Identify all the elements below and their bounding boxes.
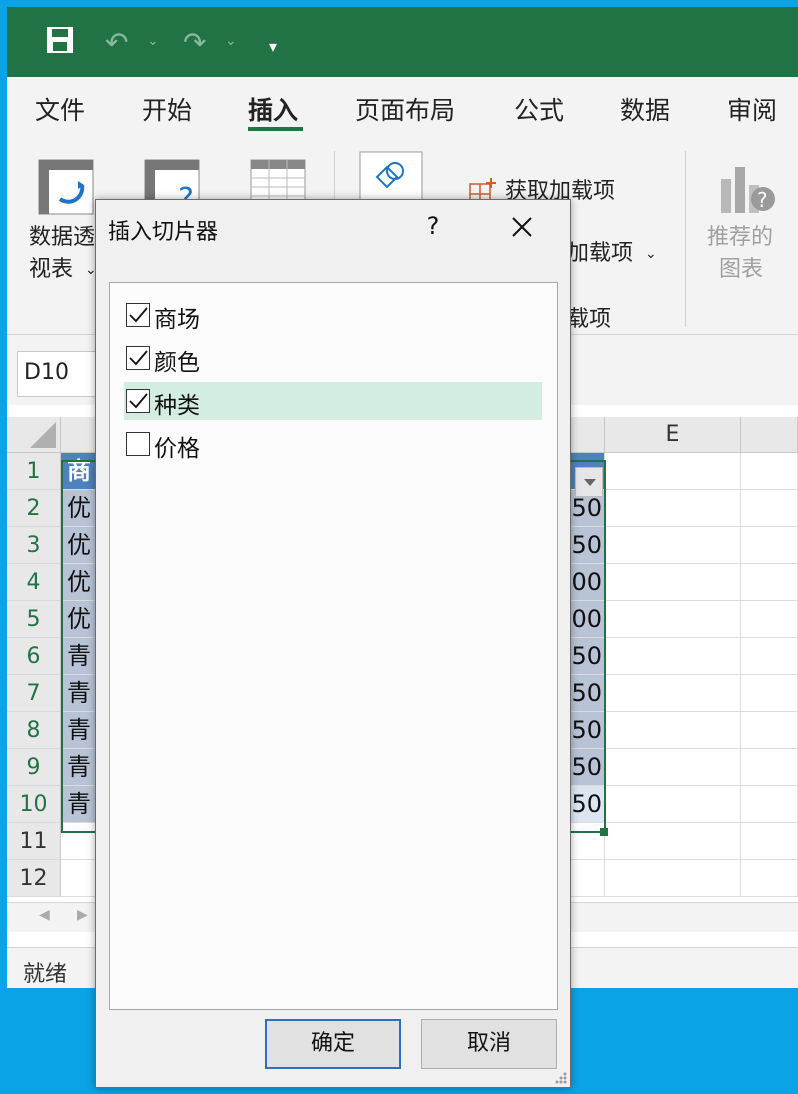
row-header[interactable]: 6 <box>7 638 61 675</box>
scroll-left-icon[interactable]: ◀ <box>39 907 50 923</box>
insert-slicer-dialog: 插入切片器 ? 商场颜色种类价格 确定 取消 <box>95 199 571 1088</box>
table-cell-f[interactable] <box>741 712 798 749</box>
field-list-item[interactable]: 价格 <box>124 425 542 463</box>
row-header[interactable]: 5 <box>7 601 61 638</box>
recommended-charts-icon[interactable]: ? <box>719 159 779 219</box>
cancel-button[interactable]: 取消 <box>421 1019 557 1069</box>
table-cell-e[interactable] <box>605 675 741 712</box>
row-header[interactable]: 12 <box>7 860 61 897</box>
checkbox-checked-icon[interactable] <box>126 303 150 327</box>
table-cell-f[interactable] <box>741 453 798 490</box>
redo-dropdown-icon[interactable]: ⌄ <box>225 33 237 49</box>
table-cell-e[interactable] <box>605 638 741 675</box>
undo-icon[interactable]: ↶ <box>105 25 128 61</box>
table-cell-f[interactable] <box>741 527 798 564</box>
table-cell-e[interactable] <box>605 564 741 601</box>
row-header[interactable]: 3 <box>7 527 61 564</box>
table-cell-e[interactable] <box>605 490 741 527</box>
tab-formulas[interactable]: 公式 <box>514 91 564 127</box>
table-cell-f[interactable] <box>741 564 798 601</box>
recommended-charts-label-2[interactable]: 图表 <box>719 255 763 285</box>
filter-dropdown-icon[interactable] <box>575 467 603 497</box>
ribbon-tabs: 文件 开始 插入 页面布局 公式 数据 审阅 <box>7 77 798 139</box>
table-cell-f[interactable] <box>741 749 798 786</box>
row-header[interactable]: 11 <box>7 823 61 860</box>
column-header-e[interactable]: E <box>605 417 741 453</box>
title-bar: ↶ ⌄ ↷ ⌄ ▾ <box>7 7 798 77</box>
tab-insert[interactable]: 插入 <box>248 91 298 127</box>
row-header[interactable]: 4 <box>7 564 61 601</box>
customize-toolbar-icon[interactable]: ▾ <box>269 29 277 65</box>
active-tab-underline <box>248 127 303 131</box>
table-cell-f[interactable] <box>741 786 798 823</box>
table-cell-e[interactable] <box>605 823 741 860</box>
addins-group-label: 载项 <box>567 307 612 332</box>
undo-dropdown-icon[interactable]: ⌄ <box>147 33 159 49</box>
row-header[interactable]: 10 <box>7 786 61 823</box>
table-cell-e[interactable] <box>605 786 741 823</box>
field-label: 价格 <box>154 436 200 462</box>
row-header[interactable]: 8 <box>7 712 61 749</box>
row-header[interactable]: 1 <box>7 453 61 490</box>
fill-handle[interactable] <box>600 828 608 836</box>
select-all-corner[interactable] <box>7 417 61 453</box>
ribbon-separator <box>685 151 686 327</box>
checkbox-unchecked-icon[interactable] <box>126 432 150 456</box>
table-cell-f[interactable] <box>741 675 798 712</box>
dialog-title: 插入切片器 <box>108 220 219 245</box>
pivot-table-icon[interactable] <box>38 159 94 219</box>
tab-data[interactable]: 数据 <box>620 91 670 127</box>
tab-review[interactable]: 审阅 <box>727 91 777 127</box>
table-cell-f[interactable] <box>741 638 798 675</box>
save-icon[interactable] <box>45 25 75 64</box>
tab-file[interactable]: 文件 <box>35 91 85 127</box>
field-list-item[interactable]: 种类 <box>124 382 542 420</box>
table-cell-e[interactable] <box>605 749 741 786</box>
field-list: 商场 颜色 种类 价格 <box>109 282 558 1010</box>
tab-home[interactable]: 开始 <box>142 91 192 127</box>
table-cell-f[interactable] <box>741 823 798 860</box>
table-cell-e[interactable] <box>605 712 741 749</box>
svg-text:?: ? <box>757 188 768 212</box>
resize-grip-icon[interactable] <box>552 1069 568 1085</box>
field-label: 商场 <box>154 307 200 333</box>
row-header[interactable]: 7 <box>7 675 61 712</box>
my-addins-dropdown-icon[interactable]: ⌄ <box>645 239 657 269</box>
pivot-table-label-2[interactable]: 视表 <box>29 255 73 285</box>
checkbox-checked-icon[interactable] <box>126 389 150 413</box>
checkbox-checked-icon[interactable] <box>126 346 150 370</box>
ok-button[interactable]: 确定 <box>265 1019 401 1069</box>
column-header-f[interactable] <box>741 417 798 453</box>
row-header[interactable]: 2 <box>7 490 61 527</box>
field-list-item[interactable]: 颜色 <box>124 339 542 377</box>
table-cell-f[interactable] <box>741 860 798 897</box>
table-cell-e[interactable] <box>605 601 741 638</box>
scroll-right-icon[interactable]: ▶ <box>77 907 88 923</box>
close-icon[interactable] <box>507 212 537 242</box>
field-label: 种类 <box>154 393 200 419</box>
recommended-charts-label-1[interactable]: 推荐的 <box>707 223 773 253</box>
table-cell-e[interactable] <box>605 860 741 897</box>
tab-page-layout[interactable]: 页面布局 <box>355 91 455 127</box>
table-cell-f[interactable] <box>741 601 798 638</box>
table-cell-f[interactable] <box>741 490 798 527</box>
redo-icon[interactable]: ↷ <box>183 25 206 61</box>
field-list-item[interactable]: 商场 <box>124 296 542 334</box>
row-header[interactable]: 9 <box>7 749 61 786</box>
help-button[interactable]: ? <box>421 212 445 240</box>
my-addins-button[interactable]: 加载项 <box>567 239 633 269</box>
table-cell-e[interactable] <box>605 453 741 490</box>
status-text: 就绪 <box>23 962 68 987</box>
pivot-table-label-1[interactable]: 数据透 <box>29 223 95 253</box>
field-label: 颜色 <box>154 350 200 376</box>
table-cell-d[interactable] <box>567 860 605 897</box>
table-cell-e[interactable] <box>605 527 741 564</box>
